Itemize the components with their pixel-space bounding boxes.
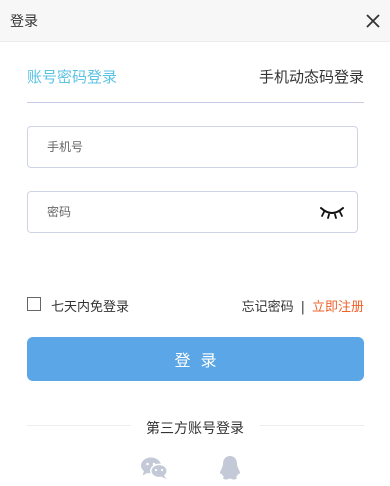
phone-input[interactable] — [47, 127, 307, 167]
third-party-title: 第三方账号登录 — [146, 421, 244, 437]
tab-account-login[interactable]: 账号密码登录 — [27, 66, 117, 87]
remember-checkbox[interactable] — [27, 297, 41, 311]
wechat-icon[interactable] — [140, 456, 168, 480]
qq-icon[interactable] — [218, 455, 242, 481]
register-link[interactable]: 立即注册 — [312, 300, 364, 315]
link-separator: | — [300, 300, 305, 315]
phone-field-wrapper — [27, 126, 358, 168]
login-button[interactable]: 登录 — [27, 337, 364, 381]
remember-label: 七天内免登录 — [51, 300, 130, 315]
tab-divider — [27, 102, 364, 103]
account-links: 忘记密码 | 立即注册 — [242, 296, 364, 315]
close-icon[interactable] — [364, 12, 382, 30]
dialog-title: 登录 — [10, 14, 38, 30]
tab-phone-login[interactable]: 手机动态码登录 — [259, 66, 364, 87]
password-field-wrapper — [27, 191, 358, 233]
password-input[interactable] — [47, 192, 307, 232]
third-party-divider-right — [260, 425, 364, 426]
forgot-password-link[interactable]: 忘记密码 — [242, 300, 294, 315]
eye-closed-icon[interactable] — [319, 205, 345, 219]
dialog-header: 登录 — [0, 0, 390, 42]
